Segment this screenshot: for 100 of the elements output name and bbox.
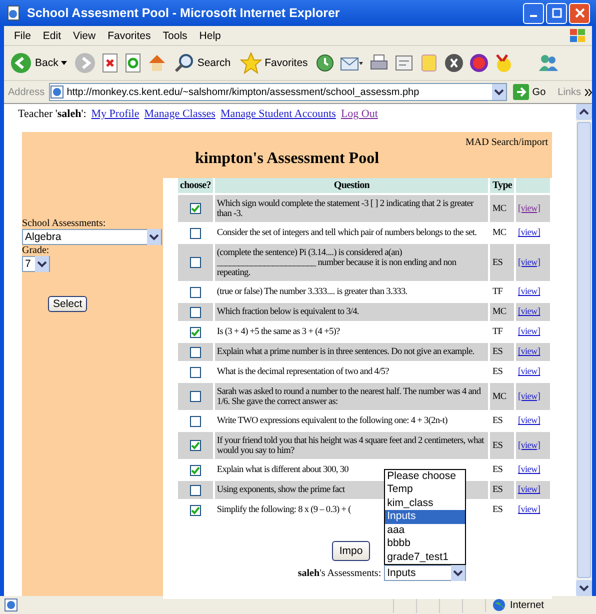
search-icon [174,53,194,73]
assessment-select[interactable]: Algebra [22,229,162,245]
type-cell: MC [489,194,515,223]
view-link[interactable]: [view] [518,416,540,426]
dropdown-option[interactable]: Inputs [385,510,466,524]
teacher-label: Teacher 'saleh': [18,108,86,120]
checkbox[interactable] [190,484,201,496]
view-link[interactable]: [view] [518,367,540,377]
globe-icon [492,598,506,612]
grade-label: Grade: [22,245,50,256]
type-cell: ES [489,243,515,282]
type-cell: ES [489,431,515,460]
checkbox[interactable] [190,504,201,516]
checkbox[interactable] [190,286,201,298]
maximize-icon [552,8,562,18]
question-cell: Which sign would complete the statement -3 [ ] 2 indicating that 2 is greater than -3. [214,194,490,223]
checkbox[interactable] [190,326,201,338]
type-cell: ES [489,500,515,519]
menu-item[interactable]: Help [193,30,227,42]
nav-link[interactable]: Manage Classes [144,108,216,120]
chevron-icon[interactable] [585,88,592,96]
minimize-icon [530,15,537,17]
menu-item[interactable]: Tools [156,30,194,42]
assessments-label: School Assessments: [22,218,106,229]
caret-icon [61,61,68,65]
my-assessments-label: saleh's Assessments: [298,568,382,578]
question-cell: Sarah was asked to round a number to the nearest half. The number was 4 and 1/6. She gave the correct answer as: [214,382,490,411]
my-assessment-select[interactable]: Inputs [384,565,466,581]
scroll-thumb[interactable] [577,122,591,578]
menu-item[interactable]: View [67,30,102,42]
menu-item[interactable]: Favorites [102,30,157,42]
star-icon [240,52,262,74]
close-icon [574,8,584,18]
search-button[interactable]: Search [172,53,233,73]
maximize-button[interactable] [546,2,567,24]
question-cell: If your friend told you that his height was 4 square feet and 2 centimeters, what would you say to him? [214,431,490,460]
menu-item[interactable]: File [8,30,37,42]
column-header: Question [214,178,490,194]
stop-icon[interactable] [101,53,120,73]
question-cell: (complete the sentence) Pi (3.14....) is considered a(an) _______________________ number because it is non ending and non repeating. [214,243,490,282]
search-import-link[interactable]: MAD Search/import [466,137,548,148]
checkbox[interactable] [190,346,201,358]
history-icon[interactable] [314,53,335,73]
dropdown-option[interactable]: bbbb [385,537,466,550]
type-cell: MC [489,302,515,322]
address-label: Address [8,86,45,98]
view-link[interactable]: [view] [518,287,540,297]
home-icon[interactable] [147,53,168,73]
dropdown-option[interactable]: aaa [385,524,466,537]
security-zone: Internet [485,598,592,612]
checkbox[interactable] [190,366,201,378]
select-button[interactable]: Select [48,296,88,312]
checkbox[interactable] [190,416,201,426]
refresh-icon[interactable] [124,53,142,73]
view-link[interactable]: [view] [518,258,540,268]
checkbox[interactable] [190,391,201,402]
dropdown-option[interactable]: Please choose [385,470,466,483]
question-cell: Explain what a prime number is in three sentences. Do not give an example. [214,342,490,362]
nav-link[interactable]: Log Out [340,108,378,120]
scroll-down-icon[interactable] [576,580,592,596]
nav-link[interactable]: Manage Student Accounts [220,108,336,120]
import-button[interactable]: Impo [332,541,370,561]
go-arrow-icon [513,84,530,100]
edit-icon[interactable] [394,53,414,73]
dropdown-option[interactable]: grade7_test1 [385,550,466,564]
checkbox[interactable] [190,228,201,238]
question-cell: Which fraction below is equivalent to 3/4. [214,302,490,322]
checkbox[interactable] [190,440,201,451]
scrollbar[interactable] [576,104,592,596]
page-heading: kimpton's Assessment Pool [194,150,380,168]
windows-flag-icon [568,26,588,44]
checkbox[interactable] [190,306,201,318]
type-cell: ES [489,480,515,500]
scroll-up-icon[interactable] [576,104,592,120]
minimize-button[interactable] [523,2,544,24]
view-link[interactable]: [view] [518,505,540,515]
browser-page-icon [6,5,22,21]
circle-x-icon[interactable] [444,53,464,73]
type-cell: ES [489,342,515,362]
page-icon [4,598,18,612]
close-button[interactable] [569,2,590,24]
view-link[interactable]: [view] [518,327,540,337]
address-field[interactable]: http://monkey.cs.kent.edu/~salshomr/kimpton/assessment/school_assessm.php [48,83,508,101]
view-link[interactable]: [view] [518,228,540,238]
back-button[interactable]: Back [8,52,70,74]
window-title: School Assesment Pool - Microsoft Internet Explorer [27,6,341,20]
dropdown-option[interactable]: Temp [385,483,466,496]
nav-link[interactable]: My Profile [91,108,140,120]
view-link[interactable]: [view] [518,465,540,475]
go-button[interactable]: Go [511,84,554,100]
column-header: choose? [178,178,214,194]
column-header: Type [489,178,515,194]
checkbox[interactable] [190,464,201,476]
favorites-button[interactable]: Favorites [238,52,310,74]
checkbox[interactable] [190,203,201,214]
checkbox[interactable] [190,257,201,268]
type-cell: MC [489,382,515,411]
grade-select[interactable]: 7 [22,256,50,272]
menu-item[interactable]: Edit [36,30,68,42]
people-icon[interactable] [536,53,559,73]
